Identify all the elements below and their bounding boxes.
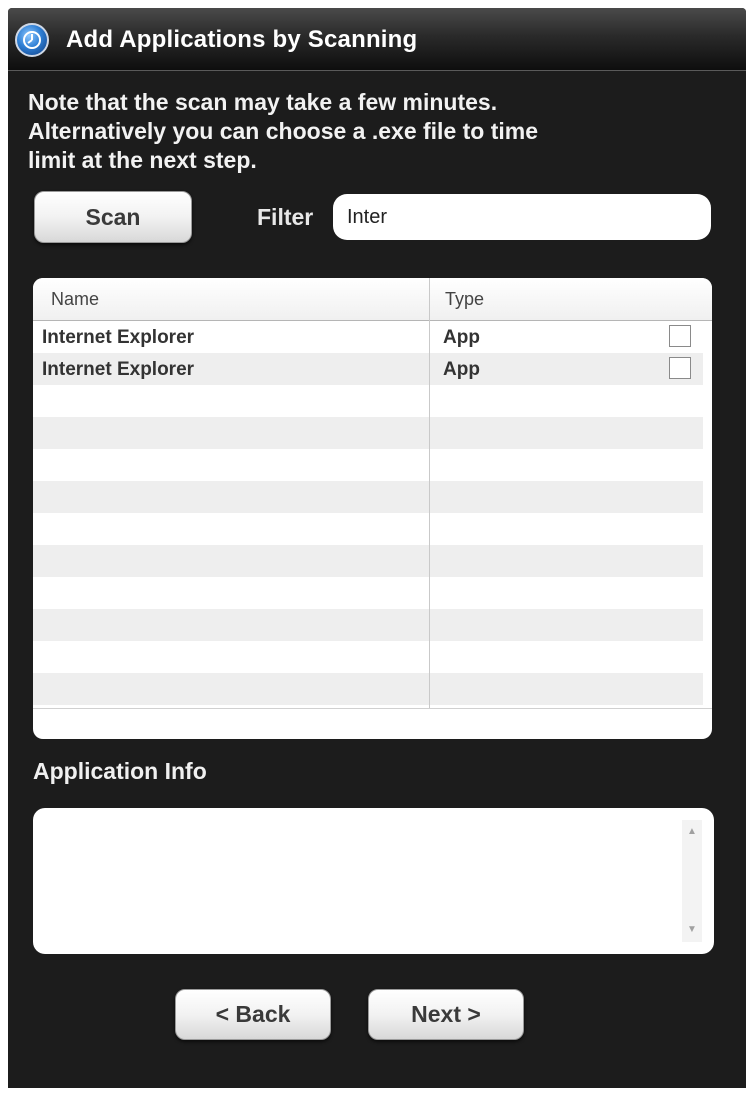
empty-row	[33, 673, 703, 705]
table-footer-divider	[33, 708, 712, 709]
column-header-type[interactable]: Type	[445, 289, 484, 310]
note-line: Alternatively you can choose a .exe file…	[28, 118, 539, 144]
empty-row	[33, 641, 703, 673]
app-type-cell: App	[443, 327, 480, 348]
empty-row	[33, 577, 703, 609]
empty-row	[33, 513, 703, 545]
window-title: Add Applications by Scanning	[66, 26, 418, 53]
next-button[interactable]: Next >	[368, 989, 524, 1040]
empty-row	[33, 545, 703, 577]
application-info-box: ▲ ▼	[33, 808, 714, 954]
filter-input[interactable]	[333, 194, 711, 240]
table-header: Name Type	[33, 278, 712, 321]
table-row[interactable]: Internet Explorer App	[33, 353, 703, 385]
back-button[interactable]: < Back	[175, 989, 331, 1040]
empty-row	[33, 417, 703, 449]
note-line: limit at the next step.	[28, 147, 257, 173]
filter-label: Filter	[257, 204, 314, 230]
empty-row	[33, 481, 703, 513]
select-checkbox[interactable]	[669, 325, 691, 347]
app-name-cell: Internet Explorer	[42, 359, 195, 380]
select-checkbox[interactable]	[669, 357, 691, 379]
dialog-window: Add Applications by Scanning Note that t…	[8, 8, 746, 1088]
scroll-up-arrow-icon[interactable]: ▲	[682, 824, 702, 840]
applications-table: Name Type Internet Explorer App Internet…	[33, 278, 712, 739]
scroll-down-arrow-icon[interactable]: ▼	[682, 922, 702, 938]
scan-note: Note that the scan may take a few minute…	[28, 88, 708, 175]
empty-row	[33, 385, 703, 417]
info-scrollbar[interactable]: ▲ ▼	[682, 820, 702, 942]
app-type-cell: App	[443, 359, 480, 380]
title-bar: Add Applications by Scanning	[8, 8, 746, 71]
empty-row	[33, 449, 703, 481]
empty-row	[33, 609, 703, 641]
scan-button[interactable]: Scan	[34, 191, 192, 243]
application-info-label: Application Info	[33, 758, 207, 784]
note-line: Note that the scan may take a few minute…	[28, 89, 498, 115]
column-divider	[429, 278, 430, 708]
app-name-cell: Internet Explorer	[42, 327, 195, 348]
column-header-name[interactable]: Name	[51, 289, 99, 310]
table-body: Internet Explorer App Internet Explorer …	[33, 321, 703, 705]
table-row[interactable]: Internet Explorer App	[33, 321, 703, 353]
clock-app-icon	[15, 23, 49, 57]
